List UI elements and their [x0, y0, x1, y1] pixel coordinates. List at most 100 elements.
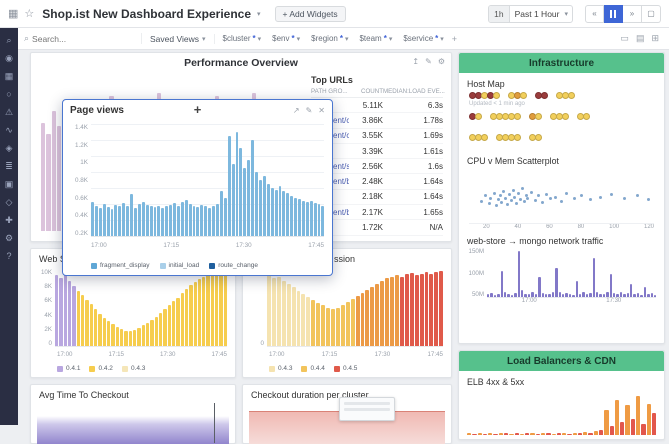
notebook-icon[interactable]: ▤ [636, 33, 645, 44]
chart-bar [134, 208, 137, 236]
host-group[interactable] [556, 92, 574, 99]
chart-bar [107, 207, 110, 236]
host-dot [514, 113, 521, 120]
variable-name: $team [359, 34, 381, 43]
template-variable-region[interactable]: $region*▾ [311, 34, 348, 43]
sidebar-settings-icon[interactable]: ⚙ [5, 234, 13, 243]
y-axis: 1M0 [247, 269, 267, 347]
export-icon[interactable]: ↥ [412, 57, 419, 66]
chart-bar [282, 281, 286, 346]
forward-button[interactable]: » [623, 5, 642, 23]
group-header[interactable]: Infrastructure [459, 53, 664, 73]
apps-icon[interactable]: ⊞ [651, 33, 659, 44]
legend-item[interactable]: 0.4.3 [122, 365, 145, 372]
backward-button[interactable]: « [585, 5, 604, 23]
move-handle-icon[interactable]: + [194, 102, 202, 117]
add-variable-button[interactable]: + [452, 34, 457, 44]
host-group[interactable] [508, 92, 526, 99]
tv-mode-icon[interactable]: ▭ [620, 33, 629, 44]
fullscreen-button[interactable]: ▢ [642, 5, 661, 23]
sidebar-integrations-icon[interactable]: ✚ [5, 216, 13, 225]
host-group[interactable] [550, 113, 568, 120]
legend-item[interactable]: initial_load [160, 262, 200, 269]
legend-item[interactable]: route_change [209, 262, 258, 269]
sidebar-metrics-icon[interactable]: ∿ [5, 126, 13, 135]
legend-item[interactable]: 0.4.1 [57, 365, 80, 372]
template-variable-service[interactable]: $service*▾ [403, 34, 443, 43]
axis-tick: 8K [44, 283, 52, 290]
sidebar-search-icon[interactable]: ⌕ [6, 36, 11, 45]
cell-median: 1.64s [383, 192, 443, 201]
chart-bar [351, 299, 355, 346]
legend-item[interactable]: 0.4.3 [269, 365, 292, 372]
saved-views-label: Saved Views [150, 34, 199, 44]
title-caret-icon[interactable]: ▾ [257, 10, 261, 18]
sidebar-logs-icon[interactable]: ≣ [5, 162, 13, 171]
host-group[interactable] [529, 113, 541, 120]
chart-bar [161, 208, 164, 236]
template-variable-env[interactable]: $env*▾ [272, 34, 300, 43]
legend-item[interactable]: 0.4.5 [334, 365, 357, 372]
host-dot [493, 92, 500, 99]
scatter-point [499, 194, 502, 197]
legend-swatch [160, 263, 166, 269]
axis-tick: 150M [469, 248, 484, 255]
chart-bar [64, 273, 67, 346]
host-group[interactable] [469, 113, 481, 120]
column-path[interactable]: PATH GRO...↓ [311, 88, 349, 95]
host-group[interactable] [529, 134, 541, 141]
chart-bar [341, 305, 345, 346]
host-group[interactable] [469, 92, 499, 99]
sidebar-dashboards-icon[interactable]: ▦ [5, 72, 14, 81]
sidebar-help-icon[interactable]: ? [6, 252, 11, 261]
legend-item[interactable]: 0.4.2 [89, 365, 112, 372]
chart-bar [552, 434, 556, 435]
scatter-point [623, 197, 626, 200]
sidebar-apm-icon[interactable]: ◈ [6, 144, 13, 153]
chart-bar [493, 434, 497, 435]
add-widgets-button[interactable]: + Add Widgets [275, 6, 346, 22]
legend-item[interactable]: 0.4.4 [301, 365, 324, 372]
chart-bar [297, 291, 301, 346]
scatter-point [530, 191, 533, 194]
cpu-mem-scatterplot [469, 168, 654, 224]
search-input[interactable] [32, 34, 128, 44]
chart-bar [279, 186, 282, 236]
close-icon[interactable]: ✕ [318, 106, 325, 115]
menu-icon[interactable]: ▦ [8, 7, 18, 20]
edit-icon[interactable]: ✎ [306, 106, 313, 115]
chart-bar [375, 284, 379, 346]
chart-bar [405, 274, 409, 346]
sidebar-watchdog-icon[interactable]: ◉ [5, 54, 13, 63]
edit-icon[interactable]: ✎ [425, 57, 432, 66]
column-median[interactable]: MEDIAN:LOAD EVE... [383, 88, 443, 95]
settings-gear-icon[interactable]: ⚙ [438, 57, 445, 66]
expand-icon[interactable]: ↗ [293, 106, 300, 115]
host-group[interactable] [535, 92, 547, 99]
favorite-star-icon[interactable]: ☆ [24, 7, 34, 20]
scatter-point [484, 194, 487, 197]
caret-down-icon: ▾ [389, 35, 393, 43]
sidebar-monitors-icon[interactable]: ⚠ [5, 108, 13, 117]
host-group[interactable] [490, 113, 520, 120]
template-variable-team[interactable]: $team*▾ [359, 34, 392, 43]
chart-bar [490, 293, 492, 297]
sidebar-security-icon[interactable]: ▣ [5, 180, 14, 189]
chart-bar [582, 292, 584, 297]
host-group[interactable] [496, 134, 520, 141]
page-views-widget[interactable]: Page views + ↗ ✎ ✕ 1.4K1.2K1K0.8K0.6K0.4… [62, 99, 333, 276]
column-count[interactable]: COUNT [349, 88, 383, 95]
time-range-picker[interactable]: 1h Past 1 Hour ▾ [488, 5, 573, 23]
host-group[interactable] [577, 113, 589, 120]
sidebar-synthetics-icon[interactable]: ◇ [6, 198, 13, 207]
template-variable-cluster[interactable]: $cluster*▾ [223, 34, 262, 43]
host-group[interactable] [469, 134, 487, 141]
axis-tick: 1.2K [75, 142, 88, 149]
host-dot [583, 113, 590, 120]
group-header[interactable]: Load Balancers & CDN [459, 351, 664, 371]
host-dot [514, 134, 521, 141]
saved-views-dropdown[interactable]: Saved Views ▾ [150, 34, 215, 44]
sidebar-infrastructure-icon[interactable]: ○ [6, 90, 11, 99]
pause-button[interactable] [604, 5, 623, 23]
legend-item[interactable]: fragment_display [91, 262, 150, 269]
